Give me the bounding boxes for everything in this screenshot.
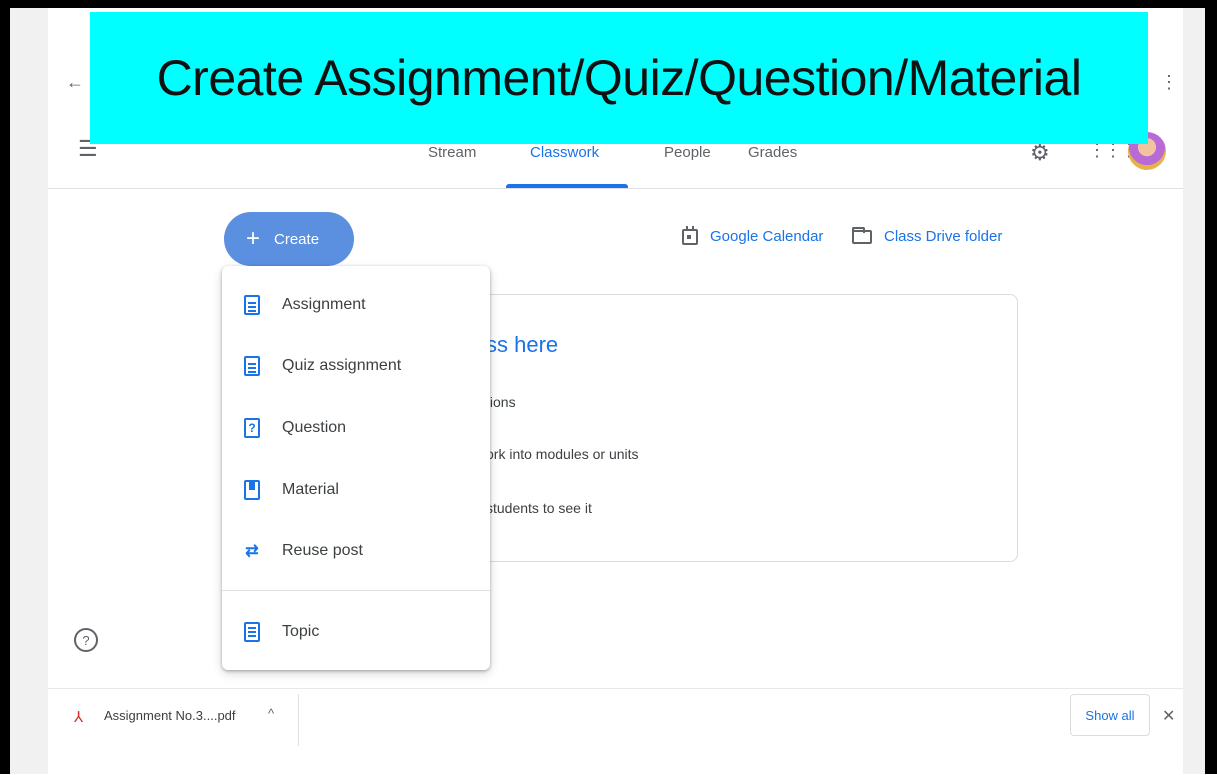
menu-item-label: Material: [282, 481, 339, 498]
calendar-icon: [682, 225, 698, 245]
menu-item-label: Question: [282, 419, 347, 436]
google-calendar-link[interactable]: Google Calendar: [682, 225, 824, 245]
card-line: students to see it: [486, 500, 592, 516]
folder-icon: [852, 226, 872, 244]
menu-item-question[interactable]: ? Question: [222, 403, 490, 453]
tab-grades[interactable]: Grades: [748, 144, 797, 161]
card-title: ss here: [486, 332, 559, 357]
back-arrow-icon[interactable]: ←: [66, 72, 84, 93]
frame-top: [0, 0, 1217, 8]
menu-item-reuse-post[interactable]: ⇄ Reuse post: [222, 526, 490, 576]
menu-item-material[interactable]: Material: [222, 465, 490, 515]
topic-icon: [244, 622, 260, 642]
tab-stream[interactable]: Stream: [428, 144, 476, 161]
class-drive-folder-link[interactable]: Class Drive folder: [852, 226, 1003, 245]
browser-gutter-right: [1183, 8, 1205, 774]
frame-left: [0, 0, 10, 774]
browser-gutter-left: [10, 8, 48, 774]
quiz-icon: [244, 356, 260, 376]
card-line: tions: [486, 394, 516, 410]
create-button-label: Create: [274, 230, 320, 248]
menu-item-label: Topic: [282, 623, 320, 640]
material-icon: [244, 480, 260, 500]
download-separator: [298, 694, 299, 746]
create-button[interactable]: + Create: [224, 212, 354, 266]
reuse-icon: ⇄: [245, 543, 259, 560]
close-icon[interactable]: ✕: [1162, 706, 1175, 726]
assignment-icon: [244, 295, 260, 315]
menu-item-assignment[interactable]: Assignment: [222, 280, 490, 330]
question-icon: ?: [244, 418, 260, 438]
create-menu: Assignment Quiz assignment ? Question Ma…: [222, 266, 490, 670]
download-bar: [48, 688, 1183, 775]
download-file-name[interactable]: Assignment No.3....pdf: [104, 708, 236, 723]
menu-item-label: Reuse post: [282, 542, 363, 559]
page-title-banner: Create Assignment/Quiz/Question/Material: [90, 12, 1148, 144]
show-all-button[interactable]: Show all: [1070, 694, 1150, 736]
menu-item-topic[interactable]: Topic: [222, 607, 490, 657]
more-vert-icon[interactable]: ⋮: [1160, 72, 1178, 93]
menu-item-label: Assignment: [282, 296, 366, 313]
tab-people[interactable]: People: [664, 144, 711, 161]
menu-item-label: Quiz assignment: [282, 357, 402, 374]
card-line: ork into modules or units: [486, 446, 639, 462]
class-drive-folder-label: Class Drive folder: [884, 228, 1003, 245]
menu-item-quiz-assignment[interactable]: Quiz assignment: [222, 341, 490, 391]
pdf-icon: ⅄: [74, 709, 84, 726]
header-divider: [48, 188, 1183, 189]
frame-right: [1205, 0, 1217, 774]
google-calendar-label: Google Calendar: [710, 228, 824, 245]
help-icon[interactable]: ?: [74, 628, 98, 652]
tab-classwork[interactable]: Classwork: [530, 144, 599, 161]
menu-divider: [222, 590, 490, 591]
plus-icon: +: [246, 225, 261, 252]
chevron-up-icon[interactable]: ^: [268, 706, 274, 721]
